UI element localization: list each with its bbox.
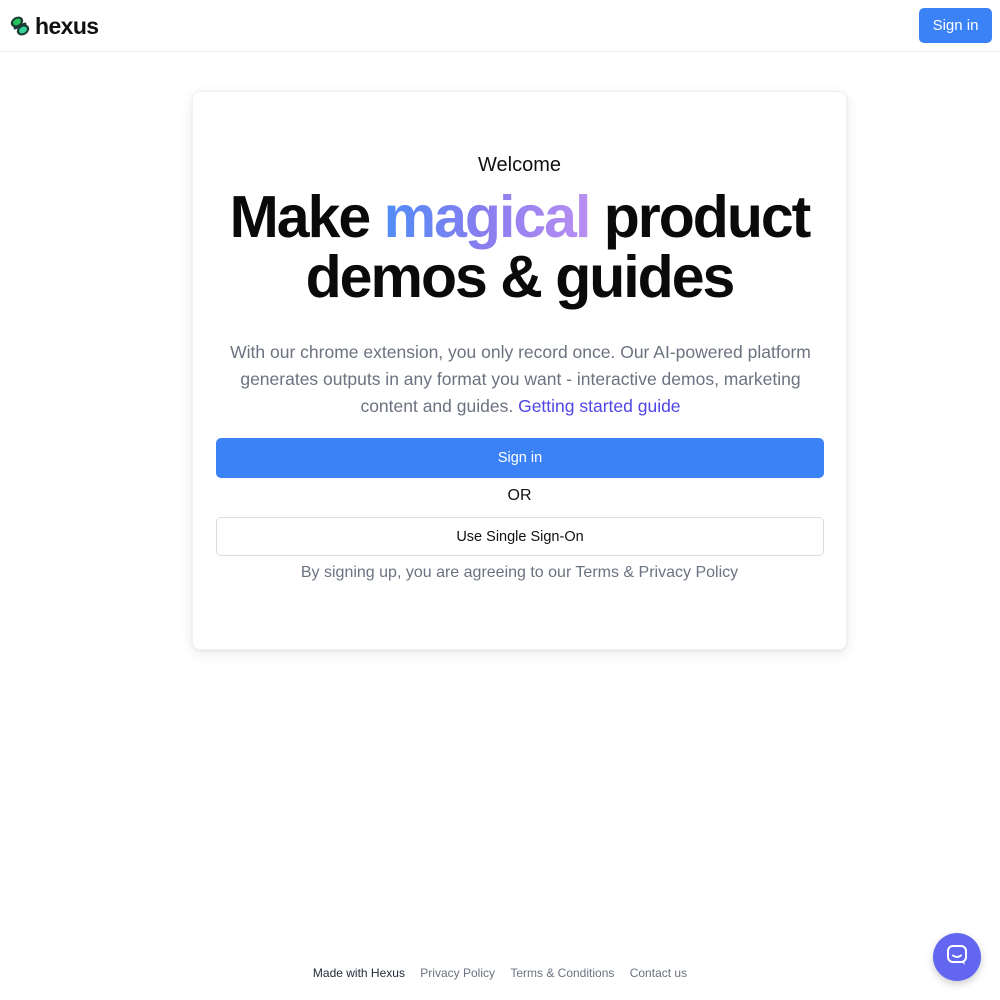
chat-launcher-button[interactable] — [933, 933, 981, 981]
footer-privacy-link[interactable]: Privacy Policy — [420, 966, 495, 980]
single-sign-on-button[interactable]: Use Single Sign-On — [216, 517, 824, 556]
or-divider: OR — [507, 487, 532, 504]
sign-in-button[interactable]: Sign in — [216, 438, 824, 478]
chat-bubble-icon — [945, 943, 969, 972]
header-sign-in-button[interactable]: Sign in — [919, 8, 992, 43]
footer-terms-link[interactable]: Terms & Conditions — [510, 966, 614, 980]
brand-logo[interactable]: hexus — [8, 12, 99, 40]
page-title: Make magical product demos & guides — [193, 187, 846, 307]
hexus-logo-icon — [8, 14, 32, 38]
headline-line1-suffix: product — [589, 184, 812, 250]
welcome-label: Welcome — [478, 154, 561, 176]
made-with-hexus-link[interactable]: Made with Hexus — [313, 966, 405, 980]
footer: Made with Hexus Privacy Policy Terms & C… — [0, 966, 1000, 980]
description: With our chrome extension, you only reco… — [223, 339, 818, 420]
getting-started-guide-link[interactable]: Getting started guide — [518, 396, 680, 416]
terms-notice: By signing up, you are agreeing to our T… — [300, 564, 739, 581]
headline-highlight: magical — [383, 184, 592, 250]
headline-line2: demos & guides — [305, 244, 736, 310]
footer-contact-link[interactable]: Contact us — [630, 966, 687, 980]
headline-prefix: Make — [229, 184, 384, 250]
top-navbar: hexus Sign in — [0, 0, 1000, 52]
brand-name: hexus — [35, 12, 99, 39]
welcome-card: Welcome Make magical product demos & gui… — [192, 91, 847, 650]
